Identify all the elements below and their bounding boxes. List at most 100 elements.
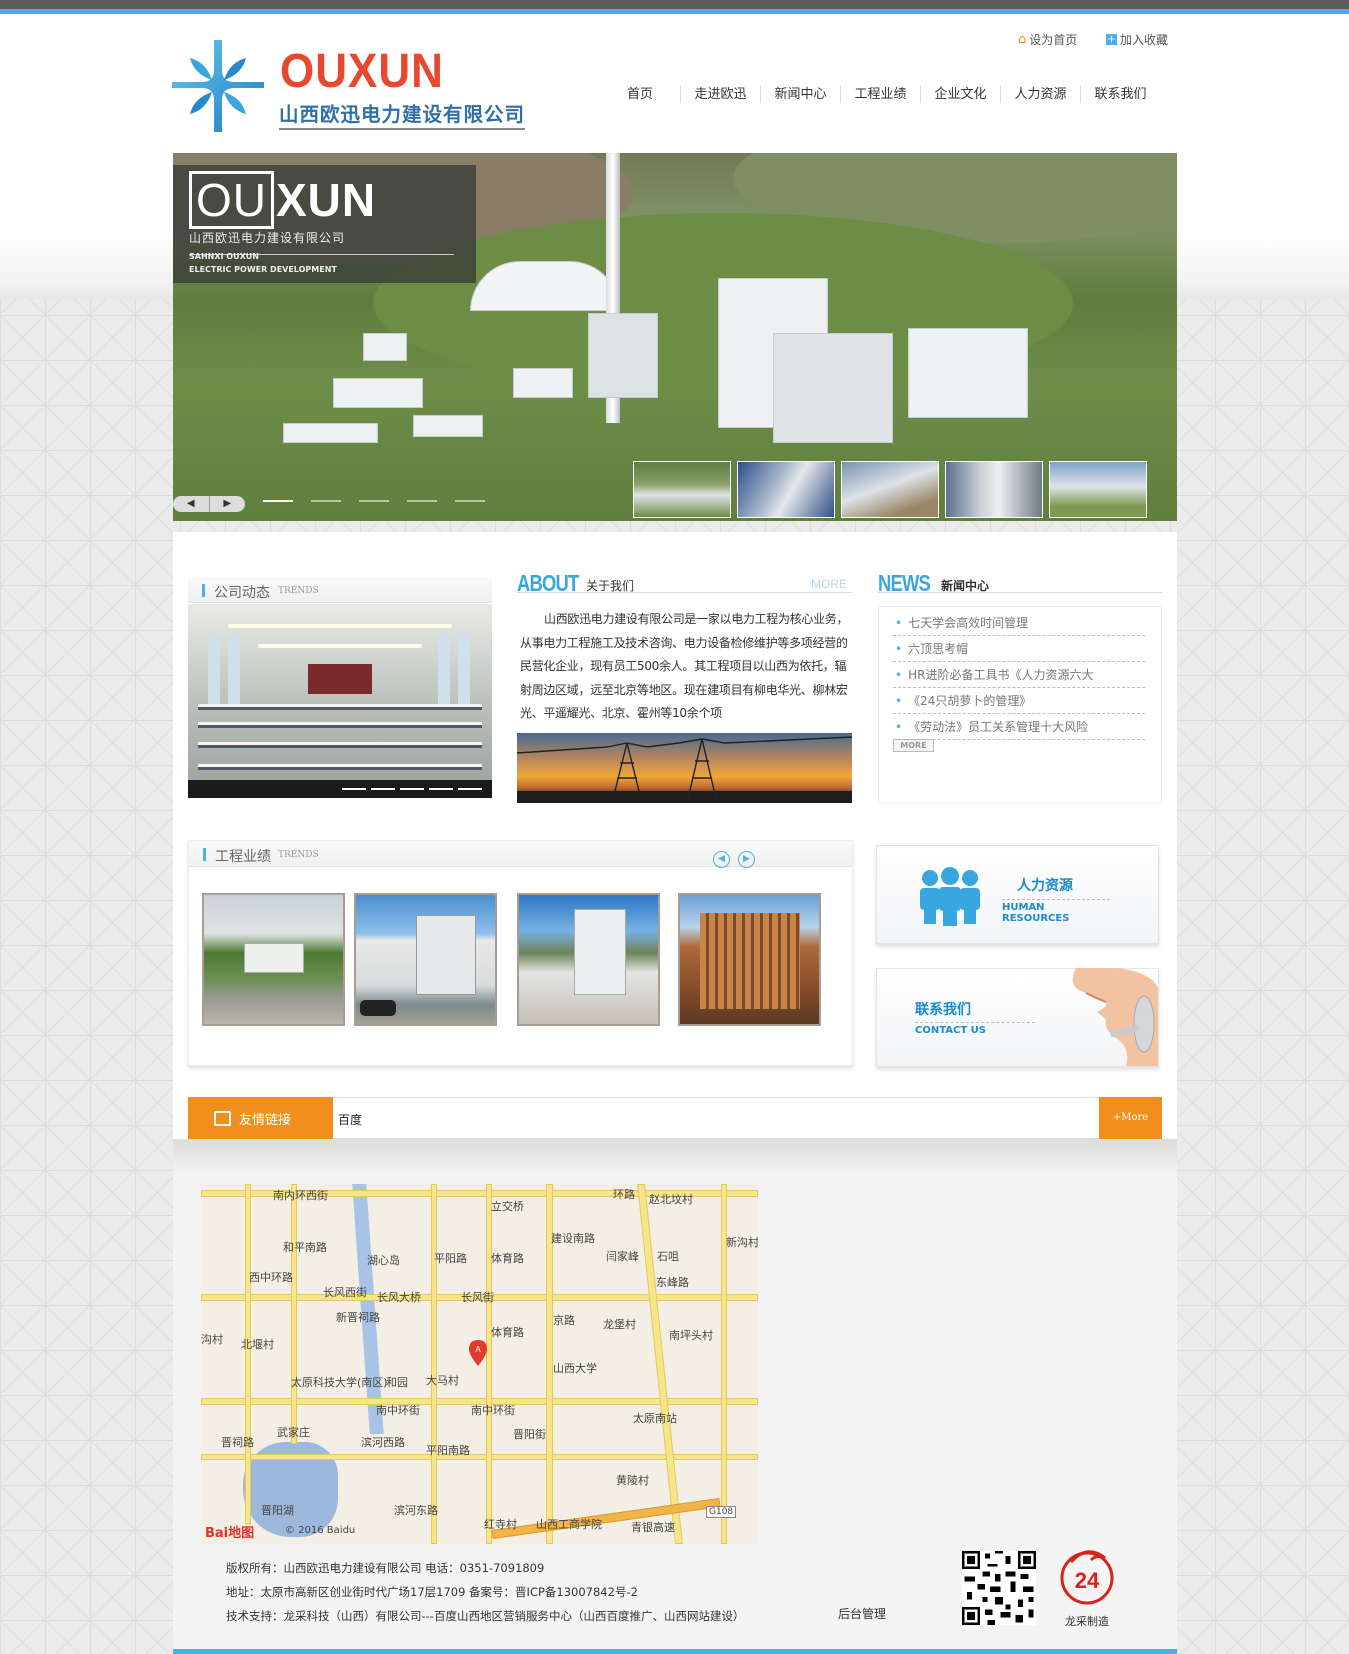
banner-building	[908, 328, 1028, 418]
brand-wordmark[interactable]: OUXUN	[280, 44, 444, 99]
projects-prev-button[interactable]: ◀	[713, 851, 730, 868]
news-more-button[interactable]: MORE	[893, 739, 934, 752]
map-copyright: © 2016 Baidu	[285, 1525, 356, 1536]
map-label: 沟村	[201, 1333, 223, 1346]
map-label: 建设南路	[551, 1232, 595, 1245]
admin-link[interactable]: 后台管理	[838, 1605, 886, 1622]
dynamics-title: 公司动态	[214, 585, 270, 601]
slider-dot[interactable]	[400, 788, 424, 790]
banner-thumb[interactable]	[737, 461, 835, 518]
longcai-text: 龙采制造	[1065, 1615, 1109, 1628]
map-label: 和平南路	[283, 1241, 327, 1254]
news-item[interactable]: • 《24只胡萝卜的管理》	[893, 688, 1145, 714]
dynamics-header: 公司动态 TRENDS	[188, 577, 492, 603]
set-homepage-link[interactable]: ⌂ 设为首页	[1018, 31, 1077, 48]
banner-dot[interactable]	[407, 500, 437, 502]
logo-mark-icon[interactable]	[172, 40, 264, 132]
banner-thumb[interactable]	[945, 461, 1043, 518]
people-icon	[920, 867, 980, 926]
project-image[interactable]	[354, 893, 497, 1026]
friend-links-more-button[interactable]: +More	[1099, 1097, 1162, 1139]
about-more-link[interactable]: MORE	[811, 577, 847, 591]
hall-stage	[308, 664, 372, 694]
news-item-title: 六顶思考帽	[908, 642, 969, 656]
link-icon	[214, 1110, 231, 1126]
friend-links-label: 友情链接	[188, 1097, 333, 1139]
contact-title-cn: 联系我们	[915, 1002, 971, 1018]
nav-home[interactable]: 首页	[600, 86, 680, 103]
map-highway	[491, 1498, 721, 1539]
add-favorite-label: 加入收藏	[1120, 33, 1169, 47]
map-label: 滨河东路	[394, 1504, 438, 1517]
banner-prev-button[interactable]: ◀	[173, 496, 209, 512]
footer-tech-support[interactable]: 技术支持：龙采科技（山西）有限公司---百度山西地区营销服务中心（山西百度推广、…	[226, 1604, 744, 1628]
banner-thumb[interactable]	[1049, 461, 1147, 518]
hall-light	[258, 644, 422, 648]
about-image[interactable]	[517, 733, 852, 803]
nav-news[interactable]: 新闻中心	[760, 86, 840, 103]
top-strip	[0, 0, 1349, 9]
map-label: 黄陵村	[616, 1474, 649, 1487]
about-divider	[517, 592, 852, 593]
nav-contact[interactable]: 联系我们	[1080, 86, 1160, 103]
baidu-map[interactable]: 南内环西街 立交桥 环路 赵北坟村 新沟村 闫家峰 石咀 湖心岛 平阳路 体育路…	[201, 1184, 758, 1544]
news-item[interactable]: • 六顶思考帽	[893, 636, 1145, 662]
news-item-title: 《劳动法》员工关系管理十大风险	[908, 720, 1089, 734]
friend-links-title: 友情链接	[239, 1112, 292, 1128]
nav-about[interactable]: 走进欧迅	[680, 86, 760, 103]
map-label: 红寺村	[484, 1518, 517, 1531]
slider-dot[interactable]	[371, 788, 395, 790]
project-building	[244, 943, 304, 973]
map-label: 南坪头村	[669, 1329, 713, 1342]
project-image[interactable]	[517, 893, 660, 1026]
projects-title: 工程业绩	[215, 849, 271, 865]
nav-hr[interactable]: 人力资源	[1000, 86, 1080, 103]
news-item-title: 《24只胡萝卜的管理》	[908, 694, 1032, 708]
project-image[interactable]	[202, 893, 345, 1026]
map-label: 西中环路	[249, 1271, 293, 1284]
dynamics-image[interactable]	[188, 604, 492, 798]
footer-address: 地址：太原市高新区创业街时代广场17层1709 备案号：晋ICP备1300784…	[226, 1585, 638, 1599]
hall-light	[228, 624, 452, 628]
news-item[interactable]: • HR进阶必备工具书《人力资源六大	[893, 662, 1145, 688]
bottom-accent-line	[173, 1649, 1177, 1654]
friend-links-bar	[188, 1097, 1162, 1139]
map-label: 立交桥	[491, 1200, 524, 1213]
banner-next-button[interactable]: ▶	[208, 496, 246, 512]
map-label: 太原科技大学(南区)	[291, 1376, 388, 1389]
news-item[interactable]: • 七天学会高效时间管理	[893, 610, 1145, 636]
banner-building	[513, 368, 573, 398]
project-building	[574, 909, 626, 995]
nav-projects[interactable]: 工程业绩	[840, 86, 920, 103]
map-label: 湖心岛	[367, 1254, 400, 1267]
map-label: 北堰村	[241, 1338, 274, 1351]
banner-dot[interactable]	[359, 500, 389, 502]
map-pin-icon[interactable]: A	[469, 1340, 487, 1366]
banner-building	[283, 423, 378, 443]
baidu-map-logo: Bai地图	[205, 1526, 255, 1541]
projects-next-button[interactable]: ▶	[738, 851, 755, 868]
news-bullet: •	[895, 642, 903, 656]
dragon-icon: 24	[1060, 1550, 1114, 1605]
map-label: 南内环西街	[273, 1189, 328, 1202]
banner-thumb[interactable]	[841, 461, 939, 518]
projects-arrows: ◀ ▶	[713, 851, 755, 868]
longcai-number: 24	[1075, 1568, 1100, 1593]
project-image[interactable]	[678, 893, 821, 1026]
banner-brand: OU XUN	[189, 171, 376, 229]
banner-dot[interactable]	[263, 500, 293, 502]
nav-culture[interactable]: 企业文化	[920, 86, 1000, 103]
slider-dot[interactable]	[458, 788, 482, 790]
news-item[interactable]: • 《劳动法》员工关系管理十大风险	[893, 714, 1145, 740]
friend-link-baidu[interactable]: 百度	[338, 1111, 362, 1128]
slider-dot[interactable]	[429, 788, 453, 790]
banner-dot[interactable]	[311, 500, 341, 502]
slider-dot[interactable]	[342, 788, 366, 790]
banner-thumb[interactable]	[633, 461, 731, 518]
hero-banner[interactable]: OU XUN 山西欧迅电力建设有限公司 SAHNXI OUXUN ELECTRIC…	[173, 153, 1177, 521]
qr-code-icon	[962, 1551, 1036, 1625]
map-label: 长风大桥	[377, 1291, 421, 1304]
banner-dot[interactable]	[455, 500, 485, 502]
hall-window	[458, 634, 470, 704]
add-favorite-link[interactable]: + 加入收藏	[1106, 31, 1168, 48]
